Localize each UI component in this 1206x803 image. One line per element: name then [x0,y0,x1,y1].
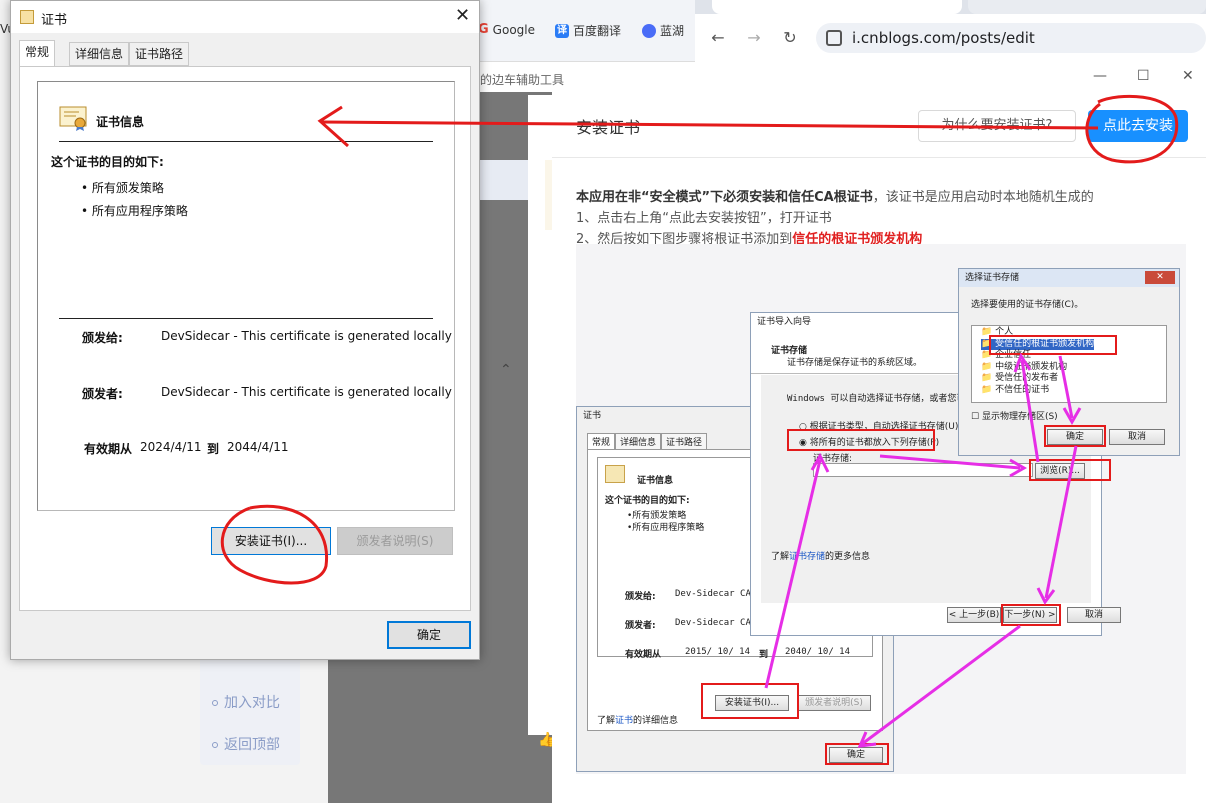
tab-general[interactable]: 常规 [19,40,56,67]
install-certificate-button[interactable]: 安装证书(I)... [211,527,331,555]
close-icon[interactable]: ✕ [455,5,470,26]
valid-from-label: 有效期从 [84,442,133,456]
cert-dialog-title: 证书 [41,13,68,28]
go-install-button[interactable]: 点此去安装 [1088,110,1188,142]
cert-info-title: 证书信息 [96,115,145,129]
tutorial-issued-to-label: 颁发给: [625,592,656,602]
tab-details[interactable]: 详细信息 [69,42,130,66]
instruction-line-2: 1、点击右上角“点此去安装按钮”，打开证书 [576,211,832,226]
store-item: 📁 不信任的证书 [981,384,1050,395]
tutorial-back-button: < 上一步(B) [947,607,1001,623]
tutorial-radio-auto: ○ 根据证书类型，自动选择证书存储(U) [799,422,959,432]
certificate-icon [59,106,87,131]
maximize-icon[interactable]: ☐ [1137,68,1150,84]
tutorial-radio-manual: ◉ 将所有的证书都放入下列存储(P) [799,438,940,448]
tutorial-store-ok-button: 确定 [1047,429,1103,445]
store-item: 📁 企业信任 [981,350,1032,360]
bookmark-label: Google [492,22,535,37]
valid-to-value: 2044/4/11 [227,440,289,454]
tutorial-learn-more: 了解证书的详细信息 [597,716,679,726]
bookmark-google[interactable]: G Google [478,22,535,37]
tutorial-show-physical: ☐ 显示物理存储区(S) [971,412,1058,422]
store-item: 📁 个人 [981,327,1014,337]
lanhu-icon [642,23,656,38]
cert-bullet-issuance: • 所有颁发策略 [81,181,164,195]
certificate-dialog: 证书 ✕ 常规 详细信息 证书路径 证书信息 这个证书的目的如下: • 所有颁发… [10,0,480,660]
issued-by-label: 颁发者: [82,387,123,401]
bookmark-label: 蓝湖 [660,24,685,38]
address-bar-url[interactable]: i.cnblogs.com/posts/edit [852,29,1035,47]
tutorial-valid-label: 有效期从 [625,650,662,660]
tutorial-browse-button: 浏览(R)... [1035,463,1085,479]
issued-by-value: DevSidecar - This certificate is generat… [161,385,452,399]
cert-bullet-application: • 所有应用程序策略 [81,204,188,218]
tutorial-wizard-more: 了解证书存储的更多信息 [771,552,871,562]
tutorial-install-cert-button: 安装证书(I)... [715,695,789,711]
tutorial-store-input [813,463,1033,477]
chevron-up-icon[interactable]: ⌃ [500,362,512,378]
bookmark-label: 百度翻译 [573,24,622,38]
tutorial-next-button: 下一步(N) > [1003,607,1057,623]
back-arrow-icon[interactable]: ← [708,28,728,47]
minimize-icon[interactable]: — [1093,68,1107,84]
cert-purpose: 这个证书的目的如下: [51,155,164,169]
cert-dialog-titlebar [11,1,479,33]
store-item: 📁 中级证书颁发机构 [981,361,1068,372]
tutorial-issued-to: Dev-Sidecar CA [675,589,751,599]
forward-arrow-icon[interactable]: → [744,28,764,47]
tutorial-store-items: 📁 个人 📁 受信任的根证书颁发机构 📁 企业信任 📁 中级证书颁发机构 📁 受… [981,327,1095,396]
tutorial-valid-to: 2040/ 10/ 14 [785,647,851,657]
certificate-icon [20,10,34,24]
bookmark-lanhu[interactable]: 蓝湖 [642,22,684,39]
tutorial-cert-tabs: 常规 详细信息 证书路径 [587,433,708,449]
tutorial-store-prompt: 选择要使用的证书存储(C)。 [971,300,1084,310]
tutorial-issued-by-label: 颁发者: [625,621,656,631]
bullet-icon [212,700,218,706]
close-icon: ✕ [1145,271,1175,284]
tab-cert-path[interactable]: 证书路径 [129,42,190,66]
tutorial-tab-path: 证书路径 [661,433,708,449]
close-icon[interactable]: ✕ [1182,68,1194,84]
divider [59,318,433,319]
tutorial-tab-general: 常规 [587,433,616,449]
side-link-back-to-top[interactable]: 返回顶部 [212,734,280,754]
app-title: 的边车辅助工具 [480,73,565,87]
tutorial-issued-by: Dev-Sidecar CA [675,618,751,628]
install-cert-dialog: 安装证书 为什么要安装证书? 点此去安装 本应用在非“安全模式”下必须安装和信任… [552,92,1206,803]
instruction-line-1: 本应用在非“安全模式”下必须安装和信任CA根证书，该证书是应用启动时本地随机生成… [576,190,1094,205]
store-item-selected: 📁 受信任的根证书颁发机构 [981,338,1095,350]
valid-from-value: 2024/4/11 [140,440,202,454]
store-item: 📁 受信任的发布者 [981,373,1059,383]
install-dialog-title: 安装证书 [576,118,641,137]
side-link-compare[interactable]: 加入对比 [212,692,280,712]
tutorial-store-window: 选择证书存储 ✕ 选择要使用的证书存储(C)。 📁 个人 📁 受信任的根证书颁发… [958,268,1180,456]
bookmark-baidu-translate[interactable]: 译 百度翻译 [555,22,621,39]
tutorial-store-cancel-button: 取消 [1109,429,1165,445]
tutorial-wizard-desc: Windows 可以自动选择证书存储，或者您可 [787,394,966,404]
tutorial-valid-from: 2015/ 10/ 14 [685,647,751,657]
tutorial-tab-details: 详细信息 [615,433,662,449]
issued-to-value: DevSidecar - This certificate is generat… [161,329,452,343]
why-install-button[interactable]: 为什么要安装证书? [918,110,1076,142]
bullet-icon [212,742,218,748]
certificate-icon [605,465,625,483]
issuer-statement-button[interactable]: 颁发者说明(S) [337,527,453,555]
tutorial-cert-ok-button: 确定 [829,747,883,763]
translate-icon: 译 [555,23,569,38]
issued-to-label: 颁发给: [82,331,123,345]
tutorial-valid-to-label: 到 [759,650,769,660]
tutorial-wizard-cancel-button: 取消 [1067,607,1121,623]
divider [59,141,433,142]
reload-icon[interactable]: ↻ [780,28,800,47]
ok-button[interactable]: 确定 [387,621,471,649]
valid-to-label: 到 [207,442,220,456]
site-settings-icon[interactable] [826,30,842,46]
tutorial-purpose: 这个证书的目的如下: [605,496,690,506]
tutorial-wizard-sub: 证书存储是保存证书的系统区域。 [787,358,923,368]
tutorial-info-title: 证书信息 [637,476,674,486]
tutorial-bullet: •所有应用程序策略 [627,523,705,533]
tutorial-issuer-button: 颁发者说明(S) [797,695,871,711]
browser-tab-active[interactable] [712,0,962,14]
browser-tab[interactable] [968,0,1206,14]
